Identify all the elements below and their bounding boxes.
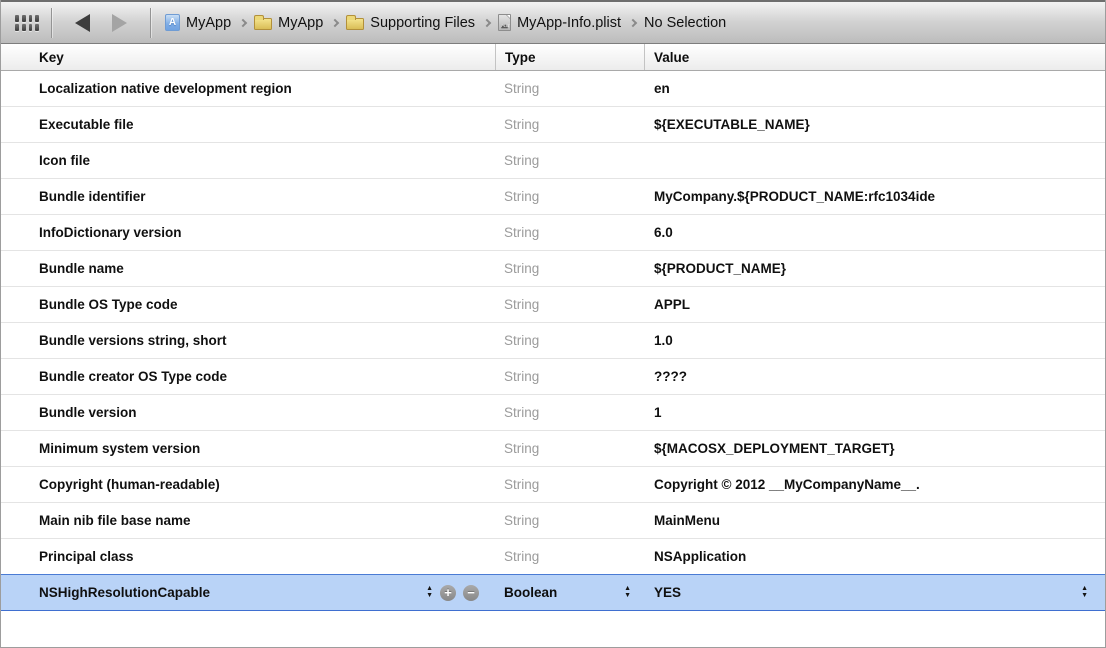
- row-value: Copyright © 2012 __MyCompanyName__.: [654, 477, 920, 492]
- chevron-right-icon: [483, 18, 491, 26]
- type-stepper-icon[interactable]: ▲▼: [624, 586, 631, 599]
- key-stepper-icon[interactable]: ▲▼: [426, 586, 433, 599]
- app-icon: [165, 14, 180, 31]
- row-key: Copyright (human-readable): [39, 477, 220, 492]
- row-key: InfoDictionary version: [39, 225, 182, 240]
- row-type: Boolean: [504, 585, 557, 600]
- table-row[interactable]: Minimum system version ▲▼ + − String ▲▼ …: [1, 431, 1105, 467]
- table-row[interactable]: Bundle name ▲▼ + − String ▲▼ ${PRODUCT_N…: [1, 251, 1105, 287]
- row-type: String: [504, 441, 539, 456]
- plist-table-body: Localization native development region ▲…: [1, 71, 1105, 611]
- row-type: String: [504, 549, 539, 564]
- row-type: String: [504, 405, 539, 420]
- row-type: String: [504, 153, 539, 168]
- related-items-icon[interactable]: [15, 15, 39, 31]
- jump-bar: MyApp MyApp Supporting Files MyApp-Info.…: [1, 0, 1105, 44]
- back-button[interactable]: [75, 14, 90, 32]
- row-value: 1: [654, 405, 662, 420]
- table-row[interactable]: InfoDictionary version ▲▼ + − String ▲▼ …: [1, 215, 1105, 251]
- row-type: String: [504, 261, 539, 276]
- row-value: MainMenu: [654, 513, 720, 528]
- breadcrumb-item[interactable]: MyApp: [165, 14, 231, 31]
- row-type: String: [504, 333, 539, 348]
- row-value: YES: [654, 585, 681, 600]
- row-key: Localization native development region: [39, 81, 292, 96]
- row-type: String: [504, 189, 539, 204]
- table-row[interactable]: NSHighResolutionCapable ▲▼ + − Boolean ▲…: [1, 574, 1105, 611]
- toolbar-separator: [150, 8, 151, 38]
- column-header-type[interactable]: Type: [495, 44, 644, 70]
- table-header: Key Type Value: [1, 44, 1105, 71]
- row-type: String: [504, 81, 539, 96]
- row-value: en: [654, 81, 670, 96]
- row-value: ${PRODUCT_NAME}: [654, 261, 786, 276]
- breadcrumb-item[interactable]: MyApp-Info.plist: [498, 14, 621, 31]
- plist-editor-window: MyApp MyApp Supporting Files MyApp-Info.…: [0, 0, 1106, 648]
- row-key: Minimum system version: [39, 441, 200, 456]
- row-value: ????: [654, 369, 687, 384]
- row-key: Bundle versions string, short: [39, 333, 227, 348]
- column-header-key[interactable]: Key: [1, 44, 495, 70]
- folder-icon: [346, 18, 364, 30]
- table-row[interactable]: Bundle versions string, short ▲▼ + − Str…: [1, 323, 1105, 359]
- table-row[interactable]: Icon file ▲▼ + − String ▲▼ ▲▼: [1, 143, 1105, 179]
- breadcrumb: MyApp MyApp Supporting Files MyApp-Info.…: [165, 14, 726, 31]
- table-row[interactable]: Bundle creator OS Type code ▲▼ + − Strin…: [1, 359, 1105, 395]
- row-key: NSHighResolutionCapable: [39, 585, 210, 600]
- row-value: ${MACOSX_DEPLOYMENT_TARGET}: [654, 441, 895, 456]
- table-row[interactable]: Principal class ▲▼ + − String ▲▼ NSAppli…: [1, 539, 1105, 575]
- breadcrumb-label: Supporting Files: [370, 15, 475, 31]
- empty-area: [1, 611, 1105, 647]
- breadcrumb-label: MyApp: [186, 15, 231, 31]
- plist-icon: [498, 14, 511, 31]
- folder-icon: [254, 18, 272, 30]
- row-key: Principal class: [39, 549, 134, 564]
- breadcrumb-item[interactable]: Supporting Files: [346, 15, 475, 31]
- row-type: String: [504, 513, 539, 528]
- row-key: Executable file: [39, 117, 134, 132]
- breadcrumb-label: MyApp-Info.plist: [517, 15, 621, 31]
- toolbar-separator: [51, 8, 52, 38]
- table-row[interactable]: Copyright (human-readable) ▲▼ + − String…: [1, 467, 1105, 503]
- row-value: ${EXECUTABLE_NAME}: [654, 117, 810, 132]
- chevron-right-icon: [629, 18, 637, 26]
- breadcrumb-item[interactable]: MyApp: [254, 15, 323, 31]
- breadcrumb-item[interactable]: No Selection: [644, 15, 726, 31]
- row-value: APPL: [654, 297, 690, 312]
- row-type: String: [504, 117, 539, 132]
- row-key: Bundle name: [39, 261, 124, 276]
- row-type: String: [504, 225, 539, 240]
- row-value: 1.0: [654, 333, 673, 348]
- row-key: Icon file: [39, 153, 90, 168]
- breadcrumb-label: No Selection: [644, 15, 726, 31]
- row-value: NSApplication: [654, 549, 746, 564]
- row-value: 6.0: [654, 225, 673, 240]
- table-row[interactable]: Bundle identifier ▲▼ + − String ▲▼ MyCom…: [1, 179, 1105, 215]
- table-row[interactable]: Main nib file base name ▲▼ + − String ▲▼…: [1, 503, 1105, 539]
- row-key: Bundle identifier: [39, 189, 146, 204]
- row-key: Bundle creator OS Type code: [39, 369, 227, 384]
- table-row[interactable]: Bundle OS Type code ▲▼ + − String ▲▼ APP…: [1, 287, 1105, 323]
- row-type: String: [504, 297, 539, 312]
- table-row[interactable]: Localization native development region ▲…: [1, 71, 1105, 107]
- chevron-right-icon: [331, 18, 339, 26]
- row-type: String: [504, 477, 539, 492]
- forward-button[interactable]: [112, 14, 127, 32]
- remove-row-button[interactable]: −: [463, 585, 479, 601]
- row-key: Bundle version: [39, 405, 137, 420]
- value-stepper-icon[interactable]: ▲▼: [1081, 586, 1088, 599]
- table-row[interactable]: Bundle version ▲▼ + − String ▲▼ 1 ▲▼: [1, 395, 1105, 431]
- column-header-value[interactable]: Value: [644, 44, 1105, 70]
- row-value: MyCompany.${PRODUCT_NAME:rfc1034ide: [654, 189, 935, 204]
- add-row-button[interactable]: +: [440, 585, 456, 601]
- row-key: Main nib file base name: [39, 513, 191, 528]
- row-key: Bundle OS Type code: [39, 297, 178, 312]
- table-row[interactable]: Executable file ▲▼ + − String ▲▼ ${EXECU…: [1, 107, 1105, 143]
- chevron-right-icon: [239, 18, 247, 26]
- row-type: String: [504, 369, 539, 384]
- breadcrumb-label: MyApp: [278, 15, 323, 31]
